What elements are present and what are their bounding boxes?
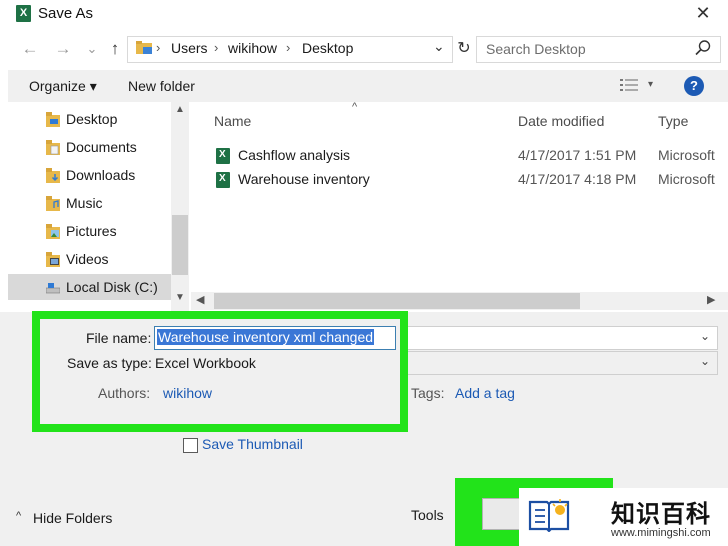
desktop-folder-icon: [46, 112, 60, 127]
file-list: [191, 102, 728, 312]
authors-label: Authors:: [98, 385, 151, 401]
view-options-caret-icon[interactable]: ▾: [648, 79, 653, 90]
sidebar-item-pictures[interactable]: Pictures: [8, 218, 171, 244]
back-arrow-icon[interactable]: ←: [19, 38, 41, 60]
sidebar-item-desktop[interactable]: Desktop: [8, 106, 171, 132]
file-row[interactable]: Warehouse inventory 4/17/2017 4:18 PM Mi…: [213, 169, 728, 191]
view-options-icon[interactable]: [620, 78, 638, 92]
scroll-left-arrow-icon[interactable]: ◀: [196, 293, 204, 306]
local-disk-icon: [46, 283, 60, 294]
search-placeholder: Search Desktop: [486, 41, 586, 57]
sidebar-item-label: Videos: [66, 251, 109, 267]
forward-arrow-icon[interactable]: →: [52, 38, 74, 60]
scroll-down-arrow-icon[interactable]: ▼: [171, 292, 189, 310]
watermark-url: www.mimingshi.com: [611, 527, 711, 539]
file-name-dropdown-chevron-icon[interactable]: ⌄: [700, 329, 710, 343]
save-type-dropdown-chevron-icon[interactable]: ⌄: [700, 354, 710, 368]
downloads-folder-icon: [46, 168, 60, 183]
sort-caret-icon: ^: [352, 101, 358, 113]
file-name: Cashflow analysis: [238, 147, 351, 163]
new-folder-button[interactable]: New folder: [128, 78, 195, 94]
sidebar-item-label: Downloads: [66, 167, 136, 183]
excel-file-icon: [216, 172, 230, 188]
sidebar-item-label: Music: [66, 195, 103, 211]
sidebar-scrollbar-thumb[interactable]: [172, 215, 188, 275]
title-bar: [0, 0, 728, 28]
videos-folder-icon: [46, 252, 60, 267]
breadcrumb-separator: ›: [286, 40, 291, 55]
help-icon[interactable]: ?: [684, 76, 704, 96]
close-button[interactable]: ✕: [690, 2, 716, 24]
breadcrumb-desktop[interactable]: Desktop: [302, 40, 353, 56]
breadcrumb-separator: ›: [156, 40, 161, 55]
file-name-label: File name:: [86, 330, 152, 346]
watermark-title: 知识百科: [611, 501, 711, 528]
pictures-folder-icon: [46, 224, 60, 239]
documents-folder-icon: [46, 140, 60, 155]
refresh-icon[interactable]: ↻: [453, 36, 475, 61]
window-title: Save As: [38, 5, 94, 22]
tools-button[interactable]: Tools: [411, 507, 444, 523]
scroll-up-arrow-icon[interactable]: ▲: [171, 104, 189, 122]
authors-link[interactable]: wikihow: [163, 385, 212, 401]
file-date: 4/17/2017 1:51 PM: [518, 147, 637, 163]
sidebar-item-documents[interactable]: Documents: [8, 134, 171, 160]
sidebar-item-label: Pictures: [66, 223, 117, 239]
save-type-combo-extension[interactable]: [396, 351, 718, 375]
breadcrumb-users[interactable]: Users: [171, 40, 208, 56]
file-name-selected-text[interactable]: Warehouse inventory xml changed: [157, 329, 375, 345]
file-type: Microsoft: [658, 171, 715, 187]
up-arrow-icon[interactable]: ↑: [104, 38, 126, 60]
sidebar-item-label: Desktop: [66, 111, 118, 127]
sidebar-item-videos[interactable]: Videos: [8, 246, 171, 272]
column-header-date-modified[interactable]: Date modified: [518, 113, 604, 129]
organize-button[interactable]: Organize ▾: [29, 78, 97, 95]
sidebar-item-downloads[interactable]: Downloads: [8, 162, 171, 188]
file-row[interactable]: Cashflow analysis 4/17/2017 1:51 PM Micr…: [213, 145, 728, 167]
hide-folders-button[interactable]: Hide Folders: [33, 510, 112, 526]
horizontal-scrollbar-thumb[interactable]: [214, 293, 580, 309]
scroll-right-arrow-icon[interactable]: ▶: [707, 293, 715, 306]
column-header-type[interactable]: Type: [658, 113, 688, 129]
save-thumbnail-checkbox[interactable]: [183, 438, 198, 453]
search-icon[interactable]: [694, 39, 712, 57]
hide-folders-caret-icon[interactable]: ^: [16, 510, 21, 522]
breadcrumb-separator: ›: [214, 40, 219, 55]
add-tag-link[interactable]: Add a tag: [455, 385, 515, 401]
breadcrumb-wikihow[interactable]: wikihow: [228, 40, 277, 56]
file-name-combo-extension[interactable]: [396, 326, 718, 350]
sidebar-item-local-disk[interactable]: Local Disk (C:): [8, 274, 171, 300]
tags-label: Tags:: [411, 385, 445, 401]
recent-locations-chevron-icon[interactable]: ⌄: [81, 38, 103, 60]
book-lightbulb-logo-icon: [528, 499, 570, 532]
save-as-type-label: Save as type:: [67, 355, 152, 371]
sidebar-item-music[interactable]: Music: [8, 190, 171, 216]
save-as-type-select[interactable]: Excel Workbook: [155, 355, 256, 371]
save-thumbnail-label[interactable]: Save Thumbnail: [202, 436, 303, 452]
excel-icon: X: [16, 5, 31, 22]
sidebar-item-label: Local Disk (C:): [66, 279, 158, 295]
file-type: Microsoft: [658, 147, 715, 163]
column-header-name[interactable]: Name: [214, 113, 251, 129]
sidebar-item-label: Documents: [66, 139, 137, 155]
music-folder-icon: [46, 196, 60, 211]
address-dropdown-chevron-icon[interactable]: ⌄: [433, 38, 445, 55]
file-date: 4/17/2017 4:18 PM: [518, 171, 637, 187]
sidebar-scrollbar[interactable]: [171, 102, 189, 312]
excel-file-icon: [216, 148, 230, 164]
folder-icon: [136, 41, 152, 54]
file-name: Warehouse inventory: [238, 171, 370, 187]
